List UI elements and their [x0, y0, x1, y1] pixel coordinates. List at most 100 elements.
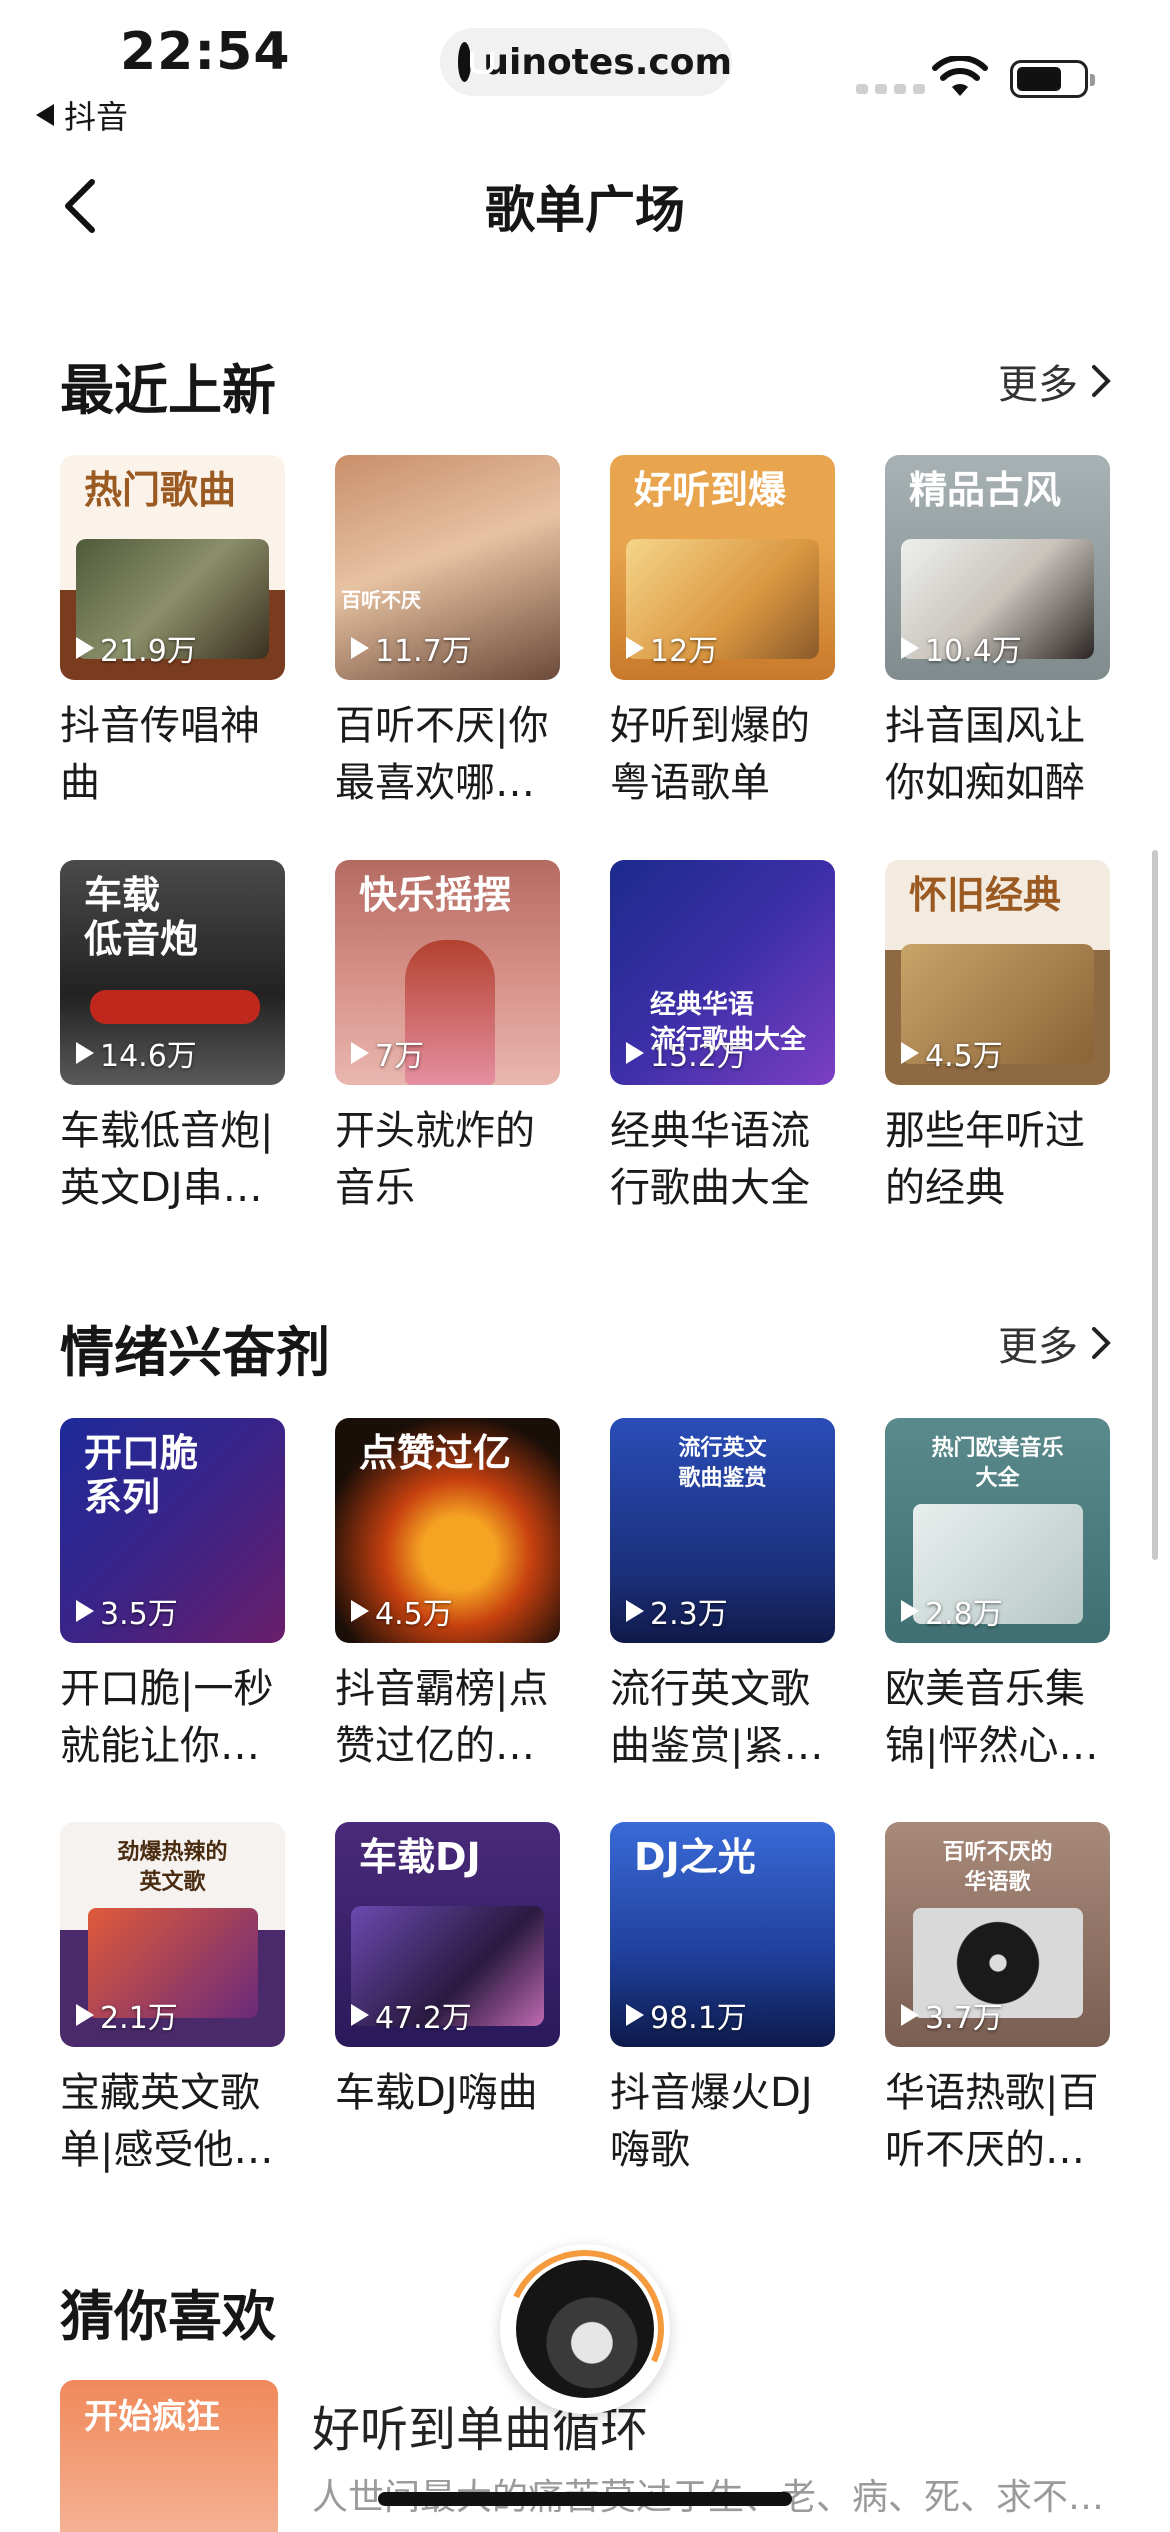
- playlist-card[interactable]: 经典华语 流行歌曲大全 15.2万 经典华语流行歌曲大全: [610, 860, 835, 1217]
- playlist-cover[interactable]: 车载DJ 47.2万: [335, 1822, 560, 2047]
- playlist-card[interactable]: 热门歌曲 21.9万 抖音传唱神曲: [60, 455, 285, 812]
- playlist-card[interactable]: 百听不厌的 华语歌 3.7万 华语热歌|百听不厌的…: [885, 1822, 1110, 2179]
- cover-label: DJ之光: [634, 1835, 756, 1879]
- cover-label: 开始疯狂: [84, 2397, 220, 2437]
- playlist-cover[interactable]: 开口脆 系列 3.5万: [60, 1418, 285, 1643]
- playlist-cover[interactable]: 怀旧经典 4.5万: [885, 860, 1110, 1085]
- more-button-mood[interactable]: 更多: [998, 1314, 1112, 1372]
- playlist-card[interactable]: 劲爆热辣的 英文歌 2.1万 宝藏英文歌单|感受他…: [60, 1822, 285, 2179]
- back-triangle-icon: [36, 104, 54, 126]
- playlist-card[interactable]: 流行英文 歌曲鉴赏 2.3万 流行英文歌曲鉴赏|紧…: [610, 1418, 835, 1775]
- play-count: 2.1万: [76, 1993, 178, 2037]
- playlist-card[interactable]: DJ之光 98.1万 抖音爆火DJ嗨歌: [610, 1822, 835, 2179]
- playlist-title: 好听到爆的粤语歌单: [610, 703, 810, 806]
- cover-label: 流行英文 歌曲鉴赏: [678, 1436, 767, 1491]
- playlist-card[interactable]: 怀旧经典 4.5万 那些年听过的经典: [885, 860, 1110, 1217]
- play-count: 14.6万: [76, 1031, 197, 1075]
- more-button-recent[interactable]: 更多: [998, 352, 1112, 410]
- cover-label: 百听不厌: [341, 588, 421, 612]
- playlist-card[interactable]: 热门欧美音乐 大全 2.8万 欧美音乐集锦|怦然心…: [885, 1418, 1110, 1775]
- playlist-grid-mood-row-1: 开口脆 系列 3.5万 开口脆|一秒就能让你… 点赞过亿 4.5万 抖音霸榜|点…: [60, 1418, 1112, 1775]
- wifi-icon: [932, 56, 988, 96]
- status-time: 22:54: [120, 22, 291, 82]
- playlist-title: 抖音霸榜|点赞过亿的…: [335, 1666, 549, 1769]
- playlist-card[interactable]: 车载 低音炮 14.6万 车载低音炮|英文DJ串…: [60, 860, 285, 1217]
- playlist-title: 流行英文歌曲鉴赏|紧…: [610, 1666, 824, 1769]
- play-count: 4.5万: [901, 1031, 1003, 1075]
- playlist-card[interactable]: 车载DJ 47.2万 车载DJ嗨曲: [335, 1822, 560, 2179]
- battery-icon: [1010, 60, 1095, 98]
- scrollbar[interactable]: [1152, 850, 1158, 1560]
- playlist-card[interactable]: 点赞过亿 4.5万 抖音霸榜|点赞过亿的…: [335, 1418, 560, 1775]
- play-count: 98.1万: [626, 1993, 747, 2037]
- section-title-guess: 猜你喜欢: [60, 2285, 276, 2348]
- playlist-title: 开头就炸的音乐: [335, 1108, 535, 1211]
- cellular-signal-icon: [856, 84, 925, 94]
- playlist-cover[interactable]: 好听到爆 12万: [610, 455, 835, 680]
- chevron-right-icon: [1092, 365, 1111, 397]
- cover-label: 怀旧经典: [909, 873, 1062, 917]
- play-count: 10.4万: [901, 626, 1022, 670]
- play-count: 2.8万: [901, 1589, 1003, 1633]
- play-count: 47.2万: [351, 1993, 472, 2037]
- playlist-title: 抖音爆火DJ嗨歌: [610, 2070, 813, 2173]
- playlist-grid-recent-row-1: 热门歌曲 21.9万 抖音传唱神曲 百听不厌 11.7万 百听不厌|你最喜欢哪……: [60, 455, 1112, 812]
- playlist-grid-mood-row-2: 劲爆热辣的 英文歌 2.1万 宝藏英文歌单|感受他… 车载DJ 47.2万 车载…: [60, 1822, 1112, 2179]
- cover-label: 百听不厌的 华语歌: [942, 1840, 1053, 1895]
- cover-label: 热门歌曲: [84, 468, 237, 512]
- playlist-plaza-page: 22:54 抖音 uinotes.com 歌单广场 最近上新 更多 热门歌曲 2…: [0, 0, 1170, 2532]
- recommend-cover[interactable]: 开始疯狂: [60, 2380, 278, 2532]
- home-indicator[interactable]: [378, 2492, 792, 2506]
- site-logo-icon: [458, 42, 495, 82]
- back-app-label: 抖音: [64, 98, 129, 136]
- playlist-cover[interactable]: 精品古风 10.4万: [885, 455, 1110, 680]
- more-label: 更多: [998, 362, 1078, 408]
- play-count: 21.9万: [76, 626, 197, 670]
- playlist-title: 欧美音乐集锦|怦然心…: [885, 1666, 1099, 1769]
- playlist-card[interactable]: 百听不厌 11.7万 百听不厌|你最喜欢哪…: [335, 455, 560, 812]
- playlist-card[interactable]: 快乐摇摆 7万 开头就炸的音乐: [335, 860, 560, 1217]
- playlist-card[interactable]: 好听到爆 12万 好听到爆的粤语歌单: [610, 455, 835, 812]
- playlist-grid-recent-row-2: 车载 低音炮 14.6万 车载低音炮|英文DJ串… 快乐摇摆 7万 开头就炸的音…: [60, 860, 1112, 1217]
- playlist-title: 抖音传唱神曲: [60, 703, 260, 806]
- play-count: 4.5万: [351, 1589, 453, 1633]
- playlist-cover[interactable]: 快乐摇摆 7万: [335, 860, 560, 1085]
- cover-label: 精品古风: [909, 468, 1062, 512]
- cover-label: 热门欧美音乐 大全: [931, 1436, 1064, 1491]
- playlist-title: 百听不厌|你最喜欢哪…: [335, 703, 549, 806]
- url-text: uinotes.com: [483, 41, 732, 83]
- play-count: 12万: [626, 626, 718, 670]
- playlist-title: 开口脆|一秒就能让你…: [60, 1666, 274, 1769]
- playlist-cover[interactable]: 劲爆热辣的 英文歌 2.1万: [60, 1822, 285, 2047]
- cover-label: 车载DJ: [359, 1835, 481, 1879]
- play-count: 3.7万: [901, 1993, 1003, 2037]
- playlist-cover[interactable]: 百听不厌 11.7万: [335, 455, 560, 680]
- back-to-app-link[interactable]: 抖音: [36, 92, 128, 138]
- playlist-card[interactable]: 精品古风 10.4万 抖音国风让你如痴如醉: [885, 455, 1110, 812]
- playlist-cover[interactable]: 经典华语 流行歌曲大全 15.2万: [610, 860, 835, 1085]
- section-title-mood: 情绪兴奋剂: [60, 1321, 330, 1384]
- mini-player-button[interactable]: [483, 2227, 687, 2431]
- playlist-cover[interactable]: 车载 低音炮 14.6万: [60, 860, 285, 1085]
- cover-label: 劲爆热辣的 英文歌: [117, 1840, 228, 1895]
- play-count: 7万: [351, 1031, 424, 1075]
- playlist-cover[interactable]: 点赞过亿 4.5万: [335, 1418, 560, 1643]
- playlist-title: 华语热歌|百听不厌的…: [885, 2070, 1099, 2173]
- page-title: 歌单广场: [485, 181, 685, 239]
- playlist-cover[interactable]: DJ之光 98.1万: [610, 1822, 835, 2047]
- section-title-recent: 最近上新: [60, 359, 276, 422]
- playlist-cover[interactable]: 流行英文 歌曲鉴赏 2.3万: [610, 1418, 835, 1643]
- playlist-title: 宝藏英文歌单|感受他…: [60, 2070, 274, 2173]
- playlist-cover[interactable]: 热门歌曲 21.9万: [60, 455, 285, 680]
- play-count: 3.5万: [76, 1589, 178, 1633]
- more-label: 更多: [998, 1324, 1078, 1370]
- playlist-cover[interactable]: 热门欧美音乐 大全 2.8万: [885, 1418, 1110, 1643]
- chevron-right-icon: [1092, 1327, 1111, 1359]
- playlist-cover[interactable]: 百听不厌的 华语歌 3.7万: [885, 1822, 1110, 2047]
- url-pill[interactable]: uinotes.com: [440, 28, 732, 96]
- play-count: 15.2万: [626, 1031, 747, 1075]
- play-count: 11.7万: [351, 626, 472, 670]
- cover-label: 开口脆 系列: [84, 1431, 199, 1519]
- playlist-title: 那些年听过的经典: [885, 1108, 1085, 1211]
- playlist-card[interactable]: 开口脆 系列 3.5万 开口脆|一秒就能让你…: [60, 1418, 285, 1775]
